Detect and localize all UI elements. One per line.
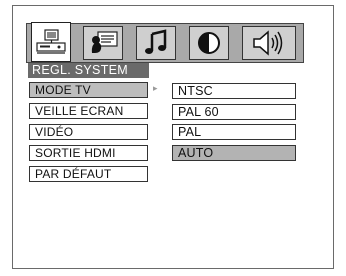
menu-heading: REGL. SYSTEM [28, 63, 149, 78]
menu-item-sortie-hdmi[interactable]: SORTIE HDMI [29, 145, 148, 161]
submenu-arrow-icon: ▸ [153, 83, 158, 93]
tab-video[interactable] [189, 26, 229, 60]
tab-system[interactable] [31, 22, 71, 62]
speaker-icon [249, 28, 289, 58]
tab-language[interactable] [83, 26, 123, 60]
tab-audio[interactable] [136, 26, 176, 60]
option-pal[interactable]: PAL [172, 124, 296, 140]
music-note-icon [141, 28, 171, 58]
menu-item-par-defaut[interactable]: PAR DÉFAUT [29, 166, 148, 182]
option-auto[interactable]: AUTO [172, 145, 296, 161]
language-speech-icon [86, 29, 120, 57]
option-ntsc[interactable]: NTSC [172, 83, 296, 99]
system-setup-icon [34, 27, 68, 57]
tab-speaker[interactable] [242, 26, 296, 60]
menu-item-mode-tv[interactable]: MODE TV [29, 82, 148, 98]
option-pal-60[interactable]: PAL 60 [172, 104, 296, 120]
contrast-icon [195, 29, 223, 57]
menu-item-video[interactable]: VIDÉO [29, 124, 148, 140]
settings-tab-bar [26, 22, 304, 63]
menu-item-veille-ecran[interactable]: VEILLE ECRAN [29, 103, 148, 119]
